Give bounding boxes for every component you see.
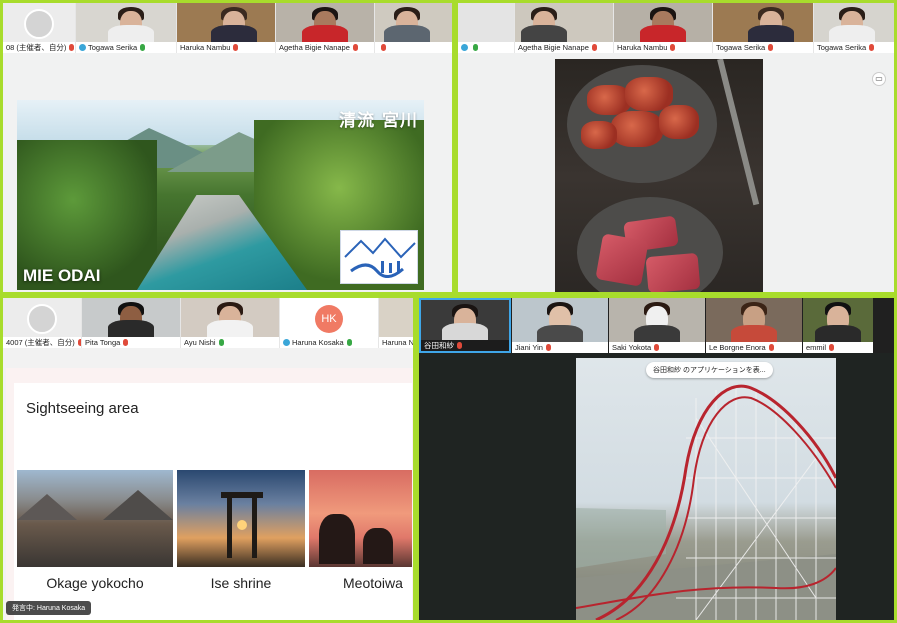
mic-muted-icon bbox=[869, 44, 875, 51]
participant-name: Togawa Serika bbox=[88, 43, 138, 52]
speaking-indicator: 発言中: Haruna Kosaka bbox=[6, 601, 92, 615]
mic-muted-icon bbox=[77, 339, 81, 346]
participant-tile[interactable]: 4007 (主催者、自分) bbox=[3, 298, 81, 348]
participant-tile[interactable]: Agetha Bigie Nanape bbox=[515, 3, 613, 53]
shared-screen-roller-coaster bbox=[576, 358, 836, 620]
mic-on-icon bbox=[140, 44, 146, 51]
slide-title: Sightseeing area bbox=[26, 400, 139, 417]
mic-muted-icon bbox=[768, 344, 774, 351]
participant-tile[interactable]: Ayu Nishi bbox=[181, 298, 279, 348]
participant-tile[interactable]: Agetha Bigie Nanape bbox=[276, 3, 374, 53]
participant-tile-active[interactable]: 谷田和紗 bbox=[419, 298, 511, 353]
shared-photo-food bbox=[555, 59, 763, 292]
participant-strip: 谷田和紗 Jiani Yin Saki Yokota Le Borgne Eno… bbox=[419, 298, 894, 353]
participant-tile[interactable]: HK Haruna Kosaka bbox=[280, 298, 378, 348]
participant-tile[interactable]: 08 (主催者、自分) bbox=[3, 3, 75, 53]
shield-icon bbox=[461, 44, 468, 51]
participant-strip: 08 (主催者、自分) Togawa Serika Haruka Nambu A… bbox=[3, 3, 452, 53]
share-source-tag[interactable]: 谷田和紗 のアプリケーションを表... bbox=[646, 362, 773, 378]
avatar bbox=[27, 304, 57, 334]
mic-muted-icon bbox=[654, 344, 660, 351]
photo-ise-shrine bbox=[177, 470, 305, 567]
participant-name: Haruka Nambu bbox=[617, 43, 668, 52]
participant-tile[interactable]: Haruna N bbox=[379, 298, 415, 348]
participant-name: Agetha Bigie Nanape bbox=[518, 43, 589, 52]
participant-name: 谷田和紗 bbox=[424, 341, 454, 350]
participant-name: Saki Yokota bbox=[612, 343, 652, 352]
mic-on-icon bbox=[473, 44, 478, 51]
participant-tile[interactable]: Pita Tonga bbox=[82, 298, 180, 348]
participant-name: emmil bbox=[806, 343, 826, 352]
mic-muted-icon bbox=[457, 342, 462, 349]
participant-name: Haruna N bbox=[382, 338, 415, 347]
meeting-panel-top-right: Agetha Bigie Nanape Haruka Nambu Togawa … bbox=[455, 0, 897, 295]
participant-tile[interactable]: emmil bbox=[803, 298, 873, 353]
photo-okage-yokocho bbox=[17, 470, 173, 567]
shield-icon bbox=[79, 44, 86, 51]
participant-name: Haruka Nambu bbox=[180, 43, 231, 52]
participant-name: 08 (主催者、自分) bbox=[6, 43, 67, 52]
participant-tile[interactable]: Togawa Serika bbox=[814, 3, 894, 53]
participant-name: Le Borgne Enora bbox=[709, 343, 766, 352]
participant-tile[interactable]: Le Borgne Enora bbox=[706, 298, 802, 353]
participant-tile[interactable]: Togawa Serika bbox=[76, 3, 176, 53]
participant-tile[interactable]: Haruka Nambu bbox=[614, 3, 712, 53]
shared-slide-miyagawa: 清流 宮川 MIE ODAI bbox=[17, 100, 424, 290]
mic-muted-icon bbox=[381, 44, 386, 51]
mic-muted-icon bbox=[829, 344, 834, 351]
participant-tile[interactable]: Saki Yokota bbox=[609, 298, 705, 353]
mic-muted-icon bbox=[545, 344, 551, 351]
participant-tile[interactable]: Togawa Serika bbox=[713, 3, 813, 53]
participant-strip: 4007 (主催者、自分) Pita Tonga Ayu Nishi HK Ha… bbox=[3, 298, 413, 348]
shield-icon bbox=[283, 339, 290, 346]
mic-muted-icon bbox=[591, 44, 597, 51]
mic-muted-icon bbox=[670, 44, 676, 51]
mic-muted-icon bbox=[233, 44, 239, 51]
photo-label: Meotoiwa bbox=[343, 575, 403, 591]
initials-avatar: HK bbox=[315, 305, 343, 333]
participant-name: Haruna Kosaka bbox=[292, 338, 344, 347]
logo-image bbox=[340, 230, 418, 284]
participant-name: 4007 (主催者、自分) bbox=[6, 338, 75, 347]
participant-name: Pita Tonga bbox=[85, 338, 121, 347]
participant-tile[interactable]: Haruka Nambu bbox=[177, 3, 275, 53]
participant-name: Agetha Bigie Nanape bbox=[279, 43, 350, 52]
participant-name: Ayu Nishi bbox=[184, 338, 216, 347]
photo-label: Okage yokocho bbox=[46, 575, 144, 591]
participant-name: Togawa Serika bbox=[716, 43, 766, 52]
mic-muted-icon bbox=[69, 44, 75, 51]
meeting-panel-bottom-left: 4007 (主催者、自分) Pita Tonga Ayu Nishi HK Ha… bbox=[0, 295, 416, 623]
mic-muted-icon bbox=[768, 44, 774, 51]
avatar bbox=[24, 9, 54, 39]
participant-name: Jiani Yin bbox=[515, 343, 543, 352]
mic-on-icon bbox=[346, 339, 352, 346]
participant-strip: Agetha Bigie Nanape Haruka Nambu Togawa … bbox=[458, 3, 894, 53]
mic-on-icon bbox=[218, 339, 224, 346]
photo-label: Ise shrine bbox=[210, 575, 272, 591]
meeting-panel-top-left: 08 (主催者、自分) Togawa Serika Haruka Nambu A… bbox=[0, 0, 455, 295]
participant-name: Togawa Serika bbox=[817, 43, 867, 52]
slide-title: 清流 宮川 bbox=[339, 111, 418, 131]
participant-tile[interactable]: Jiani Yin bbox=[512, 298, 608, 353]
picture-in-picture-icon[interactable]: ▭ bbox=[872, 72, 886, 86]
photo-meotoiwa bbox=[309, 470, 412, 567]
participant-tile[interactable] bbox=[458, 3, 514, 53]
participant-tile[interactable] bbox=[375, 3, 452, 53]
meeting-panel-bottom-right: 谷田和紗 Jiani Yin Saki Yokota Le Borgne Eno… bbox=[416, 295, 897, 623]
mic-muted-icon bbox=[352, 44, 358, 51]
slide-caption: MIE ODAI bbox=[23, 266, 101, 285]
mic-muted-icon bbox=[123, 339, 129, 346]
shared-slide-sightseeing: Sightseeing area Okage yokocho Ise shrin… bbox=[6, 368, 413, 620]
